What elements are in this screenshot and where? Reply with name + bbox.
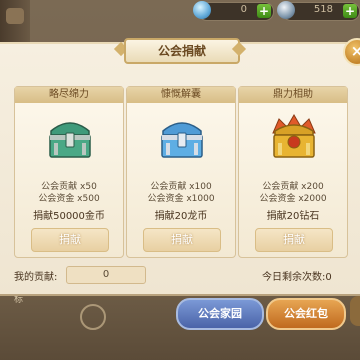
donation-cost: 捐献50000金币	[33, 211, 105, 222]
donation-cost: 捐献20龙币	[154, 211, 208, 222]
add-diamond-button[interactable]: +	[257, 4, 271, 18]
donate-button[interactable]: 捐献	[255, 228, 333, 252]
diamond-icon	[193, 1, 211, 19]
currency-bar-coin: 518 +	[277, 1, 360, 21]
fund-reward: 公会资金 x1000	[147, 194, 215, 204]
swirl-icon	[80, 304, 106, 330]
treasure-chest-icon	[49, 122, 91, 158]
fund-reward: 公会资金 x500	[38, 194, 100, 204]
my-contribution-value: 0	[66, 266, 146, 284]
side-tab[interactable]	[350, 296, 360, 326]
donation-card: 略尽绵力 公会贡献 x50 公会资金 x500 捐献50000金币 捐献	[14, 86, 124, 258]
add-coin-button[interactable]: +	[343, 4, 357, 18]
guild-home-button[interactable]: 公会家园	[176, 298, 264, 330]
donate-button[interactable]: 捐献	[143, 228, 221, 252]
remaining-label: 今日剩余次数:	[262, 272, 326, 283]
coin-icon	[277, 1, 295, 19]
remaining-count: 今日剩余次数:0	[262, 268, 332, 283]
dialog-title: 公会捐献	[124, 38, 240, 64]
donation-card: 慷慨解囊 公会贡献 x100 公会资金 x1000 捐献20龙币 捐献	[126, 86, 236, 258]
donation-card: 鼎力相助 公会贡献 x200 公会资金 x2000 捐献20钻石 捐献	[238, 86, 348, 258]
card-title: 略尽绵力	[15, 87, 123, 103]
currency-value: 518	[313, 4, 333, 15]
guild-red-packet-button[interactable]: 公会红包	[266, 298, 346, 330]
remaining-value: 0	[325, 272, 332, 283]
background-pill	[6, 8, 24, 24]
card-title: 慷慨解囊	[127, 87, 235, 103]
currency-value: 0	[240, 4, 247, 15]
my-contribution-label: 我的贡献:	[14, 272, 58, 283]
donation-cost: 捐献20钻石	[266, 211, 320, 222]
dialog-title-wrap: 公会捐献	[113, 36, 247, 64]
card-title: 鼎力相助	[239, 87, 347, 103]
donate-button[interactable]: 捐献	[31, 228, 109, 252]
treasure-chest-icon	[272, 114, 316, 158]
treasure-chest-icon	[161, 122, 203, 158]
fund-reward: 公会资金 x2000	[259, 194, 327, 204]
currency-bar-diamond: 0 +	[193, 1, 274, 21]
